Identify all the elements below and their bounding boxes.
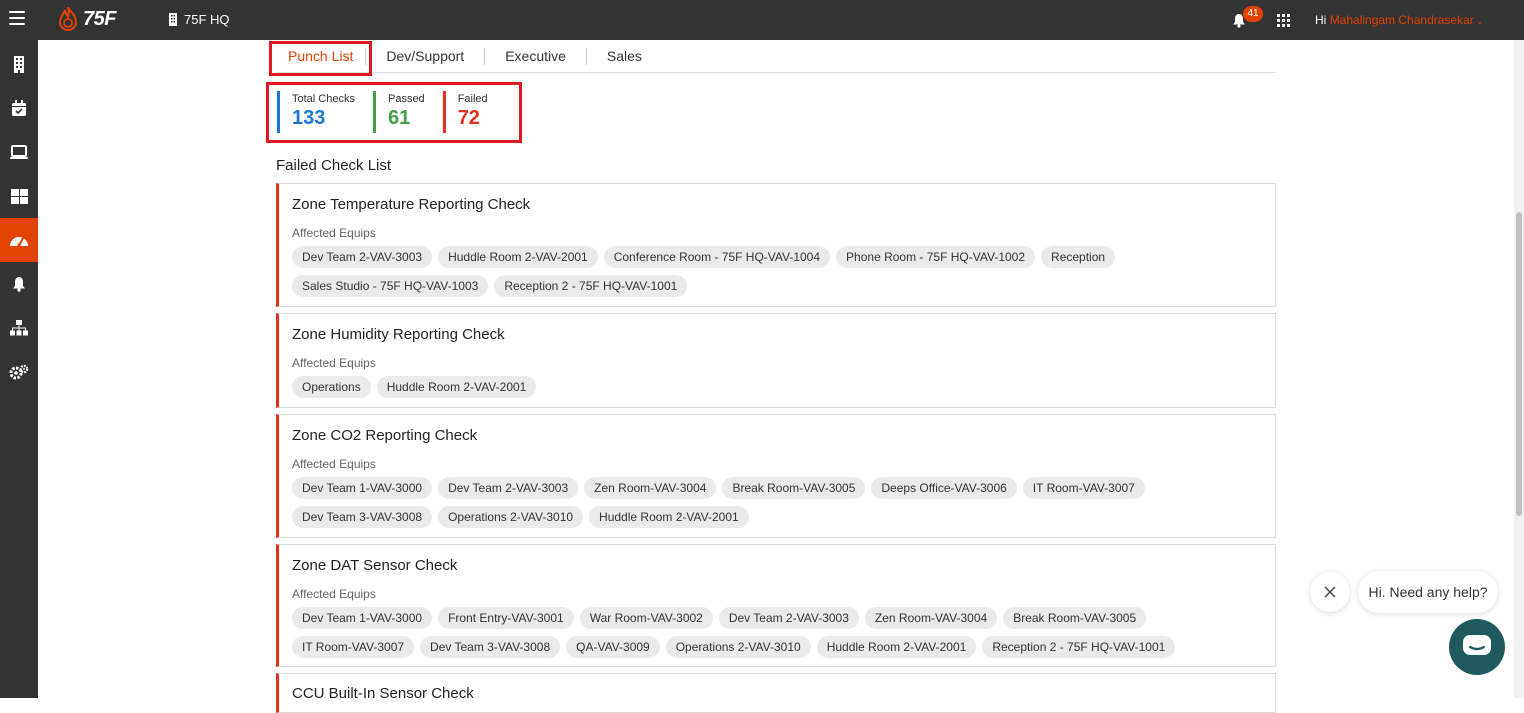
sidebar-item-hierarchy[interactable]: [0, 306, 38, 350]
help-message-bubble[interactable]: Hi. Need any help?: [1358, 571, 1498, 613]
site-selector[interactable]: 75F HQ: [168, 12, 230, 27]
equip-chip[interactable]: Reception 2 - 75F HQ-VAV-1001: [982, 636, 1176, 658]
flame-logo-icon: [58, 6, 78, 32]
check-title: Zone Humidity Reporting Check: [292, 326, 505, 343]
equip-chip[interactable]: Huddle Room 2-VAV-2001: [438, 246, 598, 268]
hierarchy-icon: [10, 320, 28, 336]
check-card: Zone DAT Sensor Check Affected Equips De…: [276, 544, 1276, 667]
close-icon: [1324, 586, 1336, 598]
equip-chip[interactable]: Reception 2 - 75F HQ-VAV-1001: [494, 275, 688, 297]
check-card: Zone Temperature Reporting Check Affecte…: [276, 183, 1276, 307]
equip-chip[interactable]: Break Room-VAV-3005: [722, 477, 866, 499]
building-icon: [169, 13, 177, 26]
equip-chip[interactable]: Dev Team 2-VAV-3003: [718, 607, 859, 629]
equip-chip-list: Dev Team 2-VAV-3003 Huddle Room 2-VAV-20…: [292, 246, 1275, 304]
check-title: Zone CO2 Reporting Check: [292, 427, 478, 444]
equip-chip[interactable]: Reception: [1041, 246, 1116, 268]
equip-chip[interactable]: Dev Team 1-VAV-3000: [292, 607, 433, 629]
check-title: Zone DAT Sensor Check: [292, 557, 458, 574]
tab-dev-support[interactable]: Dev/Support: [366, 47, 486, 65]
sidebar-item-schedule[interactable]: [0, 86, 38, 130]
equip-chip[interactable]: Operations 2-VAV-3010: [665, 636, 811, 658]
laptop-icon: [10, 144, 28, 159]
equip-chip-list: Dev Team 1-VAV-3000 Dev Team 2-VAV-3003 …: [292, 477, 1275, 535]
check-title: Zone Temperature Reporting Check: [292, 196, 531, 213]
equip-chip[interactable]: War Room-VAV-3002: [579, 607, 713, 629]
calendar-check-icon: [12, 99, 26, 116]
equip-chip[interactable]: Dev Team 2-VAV-3003: [438, 477, 579, 499]
sidebar-item-diagnostics[interactable]: [0, 218, 38, 262]
equip-chip[interactable]: Sales Studio - 75F HQ-VAV-1003: [292, 275, 489, 297]
equip-chip[interactable]: IT Room-VAV-3007: [292, 636, 415, 658]
equip-chip[interactable]: Break Room-VAV-3005: [1003, 607, 1147, 629]
equip-chip[interactable]: IT Room-VAV-3007: [1022, 477, 1145, 499]
top-bar: 75F 75F HQ 41 Hi Mahalingam Chandrasekar…: [0, 0, 1524, 40]
equip-chip[interactable]: Dev Team 3-VAV-3008: [420, 636, 561, 658]
equip-chip[interactable]: Dev Team 2-VAV-3003: [292, 246, 433, 268]
dashboard-icon: [10, 188, 28, 204]
check-title: CCU Built-In Sensor Check: [292, 685, 474, 702]
brand-name: 75F: [83, 7, 116, 30]
settings-icon: [9, 364, 29, 380]
sidebar-nav: [0, 40, 38, 698]
sidebar-item-settings[interactable]: [0, 350, 38, 394]
sidebar-item-devices[interactable]: [0, 130, 38, 174]
equip-chip[interactable]: QA-VAV-3009: [566, 636, 660, 658]
equip-chip[interactable]: Zen Room-VAV-3004: [584, 477, 717, 499]
failed-check-list-title: Failed Check List: [276, 157, 392, 174]
equip-chip[interactable]: Dev Team 1-VAV-3000: [292, 477, 433, 499]
affected-equips-label: Affected Equips: [292, 356, 376, 370]
summary-highlight-box: [266, 82, 522, 143]
affected-equips-label: Affected Equips: [292, 587, 376, 601]
brand-logo[interactable]: 75F: [57, 6, 116, 32]
user-name: Mahalingam Chandrasekar: [1329, 13, 1474, 27]
equip-chip[interactable]: Huddle Room 2-VAV-2001: [816, 636, 977, 658]
equip-chip[interactable]: Front Entry-VAV-3001: [438, 607, 574, 629]
active-tab-highlight-box: [269, 41, 372, 76]
equip-chip-list: Operations Huddle Room 2-VAV-2001: [292, 376, 1275, 405]
equip-chip[interactable]: Deeps Office-VAV-3006: [871, 477, 1017, 499]
sidebar-item-alerts[interactable]: [0, 262, 38, 306]
dashboard-tabs: Punch List Dev/Support Executive Sales: [276, 40, 1276, 73]
affected-equips-label: Affected Equips: [292, 457, 376, 471]
greeting-prefix: Hi: [1315, 13, 1327, 27]
site-name: 75F HQ: [184, 12, 230, 27]
affected-equips-label: Affected Equips: [292, 226, 376, 240]
chevron-down-icon: ⌄: [1473, 16, 1484, 26]
notification-count-badge[interactable]: 41: [1243, 6, 1263, 22]
building-icon: [14, 55, 24, 73]
user-greeting: Hi Mahalingam Chandrasekar ⌄: [1315, 13, 1484, 27]
bell-icon: [13, 277, 25, 292]
equip-chip[interactable]: Phone Room - 75F HQ-VAV-1002: [836, 246, 1036, 268]
page-scrollbar[interactable]: [1514, 40, 1524, 698]
help-close-button[interactable]: [1310, 572, 1350, 612]
equip-chip[interactable]: Operations 2-VAV-3010: [438, 506, 584, 528]
apps-grid-icon[interactable]: [1277, 14, 1290, 27]
user-menu[interactable]: Mahalingam Chandrasekar ⌄: [1330, 13, 1484, 27]
equip-chip[interactable]: Huddle Room 2-VAV-2001: [376, 376, 537, 398]
chat-icon: [1463, 635, 1491, 655]
equip-chip[interactable]: Operations: [292, 376, 371, 398]
equip-chip[interactable]: Zen Room-VAV-3004: [864, 607, 998, 629]
equip-chip[interactable]: Huddle Room 2-VAV-2001: [589, 506, 749, 528]
sidebar-item-building[interactable]: [0, 42, 38, 86]
equip-chip[interactable]: Dev Team 3-VAV-3008: [292, 506, 433, 528]
equip-chip-list: Dev Team 1-VAV-3000 Front Entry-VAV-3001…: [292, 607, 1275, 665]
sidebar-item-dashboard[interactable]: [0, 174, 38, 218]
tab-executive[interactable]: Executive: [485, 47, 587, 65]
check-card: Zone Humidity Reporting Check Affected E…: [276, 313, 1276, 408]
check-card: Zone CO2 Reporting Check Affected Equips…: [276, 414, 1276, 538]
hamburger-menu-icon[interactable]: [9, 11, 25, 25]
gauge-icon: [10, 237, 28, 247]
chat-launcher-button[interactable]: [1449, 619, 1505, 675]
tab-sales[interactable]: Sales: [587, 48, 662, 65]
scrollbar-thumb[interactable]: [1516, 212, 1522, 516]
check-card: CCU Built-In Sensor Check: [276, 673, 1276, 713]
equip-chip[interactable]: Conference Room - 75F HQ-VAV-1004: [603, 246, 831, 268]
